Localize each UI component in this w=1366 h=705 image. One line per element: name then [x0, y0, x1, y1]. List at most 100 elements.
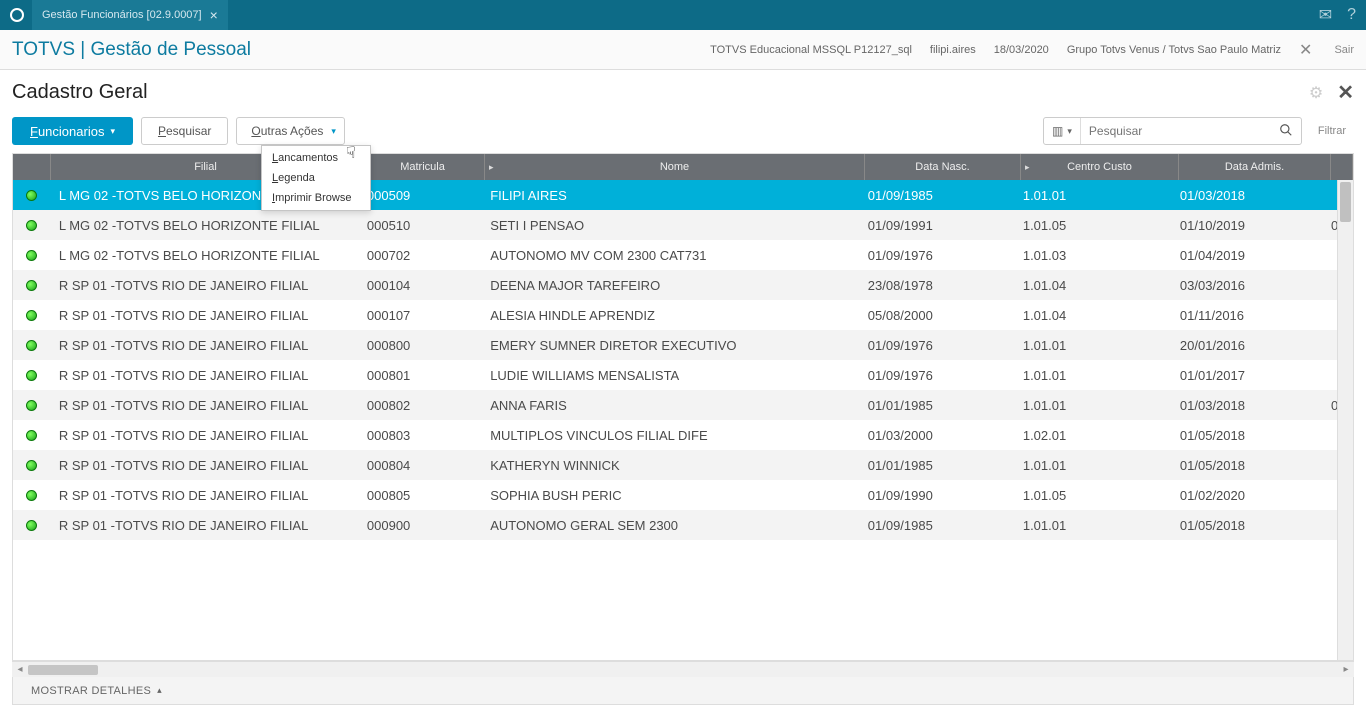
col-matricula-label: Matricula [400, 161, 445, 173]
menu-item-imprimir[interactable]: Imprimir Browse [262, 188, 370, 208]
status-cell [13, 370, 51, 381]
scroll-right-icon[interactable]: ▸ [1338, 664, 1354, 675]
table-row[interactable]: R SP 01 -TOTVS RIO DE JANEIRO FILIAL0001… [13, 300, 1353, 330]
table-row[interactable]: R SP 01 -TOTVS RIO DE JANEIRO FILIAL0008… [13, 420, 1353, 450]
table-row[interactable]: L MG 02 -TOTVS BELO HORIZONTE FILIAL0005… [13, 210, 1353, 240]
pesquisar-button[interactable]: Pesquisar [141, 117, 228, 145]
scroll-track[interactable] [28, 665, 1338, 675]
col-nome[interactable]: ▸Nome [485, 154, 865, 180]
admis-cell: 01/01/2017 [1172, 368, 1323, 383]
cc-cell: 1.01.01 [1015, 398, 1172, 413]
cc-cell: 1.02.01 [1015, 428, 1172, 443]
admis-cell: 01/05/2018 [1172, 428, 1323, 443]
table-row[interactable]: R SP 01 -TOTVS RIO DE JANEIRO FILIAL0001… [13, 270, 1353, 300]
col-status[interactable] [13, 154, 51, 180]
nasc-cell: 01/03/2000 [860, 428, 1015, 443]
nasc-cell: 01/09/1991 [860, 218, 1015, 233]
scrollbar-thumb[interactable] [1340, 182, 1351, 222]
filtrar-link[interactable]: Filtrar [1310, 125, 1354, 137]
nasc-cell: 01/01/1985 [860, 458, 1015, 473]
nasc-cell: 01/09/1976 [860, 338, 1015, 353]
mail-icon[interactable]: ✉ [1319, 5, 1332, 25]
data-table: Filial ▸Matricula ▸Nome Data Nasc. ▸Cent… [12, 153, 1354, 661]
help-icon[interactable]: ? [1347, 6, 1356, 24]
menu-item-legenda[interactable]: Legenda [262, 168, 370, 188]
matricula-cell: 000509 [359, 188, 482, 203]
nasc-cell: 01/09/1990 [860, 488, 1015, 503]
status-cell [13, 220, 51, 231]
matricula-cell: 000805 [359, 488, 482, 503]
search-input[interactable] [1081, 124, 1271, 138]
matricula-cell: 000107 [359, 308, 482, 323]
header-exit[interactable]: Sair [1334, 44, 1354, 56]
col-data-admis[interactable]: Data Admis. [1179, 154, 1331, 180]
table-row[interactable]: L MG 02 -TOTVS BELO HORIZONTE FILIAL0005… [13, 180, 1353, 210]
col-centro-custo[interactable]: ▸Centro Custo [1021, 154, 1179, 180]
columns-button[interactable]: ▥ ▾ [1044, 118, 1081, 144]
tab-close-icon[interactable]: × [210, 7, 218, 23]
app-logo-icon[interactable] [10, 8, 24, 22]
col-matricula[interactable]: ▸Matricula [361, 154, 485, 180]
status-dot-icon [26, 520, 37, 531]
scroll-left-icon[interactable]: ◂ [12, 664, 28, 675]
nome-cell: MULTIPLOS VINCULOS FILIAL DIFE [482, 428, 860, 443]
col-data-nasc[interactable]: Data Nasc. [865, 154, 1021, 180]
caret-down-icon: ▾ [1067, 126, 1072, 137]
cc-cell: 1.01.01 [1015, 518, 1172, 533]
cc-cell: 1.01.05 [1015, 218, 1172, 233]
header-user: filipi.aires [930, 44, 976, 56]
nasc-cell: 01/09/1976 [860, 248, 1015, 263]
nome-cell: AUTONOMO GERAL SEM 2300 [482, 518, 860, 533]
header-env: TOTVS Educacional MSSQL P12127_sql [710, 44, 912, 56]
table-row[interactable]: R SP 01 -TOTVS RIO DE JANEIRO FILIAL0009… [13, 510, 1353, 540]
scrollbar-thumb[interactable] [28, 665, 98, 675]
search-icon[interactable] [1271, 123, 1301, 140]
pesquisar-label: Pesquisar [158, 124, 211, 138]
cc-cell: 1.01.01 [1015, 338, 1172, 353]
matricula-cell: 000800 [359, 338, 482, 353]
nome-cell: SETI I PENSAO [482, 218, 860, 233]
col-admis-label: Data Admis. [1225, 161, 1284, 173]
admis-cell: 01/11/2016 [1172, 308, 1323, 323]
matricula-cell: 000803 [359, 428, 482, 443]
menu-item-lancamentos[interactable]: Lancamentos [262, 148, 370, 168]
col-filial-label: Filial [194, 161, 217, 173]
search-box: ▥ ▾ [1043, 117, 1302, 145]
table-row[interactable]: L MG 02 -TOTVS BELO HORIZONTE FILIAL0007… [13, 240, 1353, 270]
table-header: Filial ▸Matricula ▸Nome Data Nasc. ▸Cent… [13, 154, 1353, 180]
gear-icon[interactable]: ⚙ [1309, 83, 1323, 103]
nasc-cell: 05/08/2000 [860, 308, 1015, 323]
table-row[interactable]: R SP 01 -TOTVS RIO DE JANEIRO FILIAL0008… [13, 390, 1353, 420]
admis-cell: 01/05/2018 [1172, 518, 1323, 533]
col-extra[interactable] [1331, 154, 1353, 180]
nome-cell: FILIPI AIRES [482, 188, 860, 203]
status-dot-icon [26, 370, 37, 381]
toolbar: Funcionarios ▾ Pesquisar Outras Ações ▾ … [12, 117, 1354, 145]
nome-cell: KATHERYN WINNICK [482, 458, 860, 473]
nasc-cell: 23/08/1978 [860, 278, 1015, 293]
funcionarios-button[interactable]: Funcionarios ▾ [12, 117, 133, 145]
col-nasc-label: Data Nasc. [915, 161, 969, 173]
table-row[interactable]: R SP 01 -TOTVS RIO DE JANEIRO FILIAL0008… [13, 450, 1353, 480]
table-row[interactable]: R SP 01 -TOTVS RIO DE JANEIRO FILIAL0008… [13, 360, 1353, 390]
tab-label: Gestão Funcionários [02.9.0007] [42, 9, 202, 21]
page-close-icon[interactable]: ✕ [1337, 80, 1354, 105]
cc-cell: 1.01.01 [1015, 368, 1172, 383]
cc-cell: 1.01.05 [1015, 488, 1172, 503]
status-cell [13, 340, 51, 351]
status-dot-icon [26, 490, 37, 501]
admis-cell: 01/03/2018 [1172, 398, 1323, 413]
nasc-cell: 01/09/1976 [860, 368, 1015, 383]
table-row[interactable]: R SP 01 -TOTVS RIO DE JANEIRO FILIAL0008… [13, 480, 1353, 510]
details-footer[interactable]: MOSTRAR DETALHES ▴ [12, 677, 1354, 705]
horizontal-scrollbar[interactable]: ◂ ▸ [12, 661, 1354, 677]
nome-cell: LUDIE WILLIAMS MENSALISTA [482, 368, 860, 383]
window-tab[interactable]: Gestão Funcionários [02.9.0007] × [32, 0, 228, 30]
table-row[interactable]: R SP 01 -TOTVS RIO DE JANEIRO FILIAL0008… [13, 330, 1353, 360]
cc-cell: 1.01.03 [1015, 248, 1172, 263]
status-dot-icon [26, 310, 37, 321]
header-bar: TOTVS | Gestão de Pessoal TOTVS Educacio… [0, 30, 1366, 70]
vertical-scrollbar[interactable] [1337, 180, 1353, 660]
header-close-icon[interactable]: ✕ [1299, 40, 1312, 60]
outras-acoes-button[interactable]: Outras Ações ▾ [236, 117, 345, 145]
